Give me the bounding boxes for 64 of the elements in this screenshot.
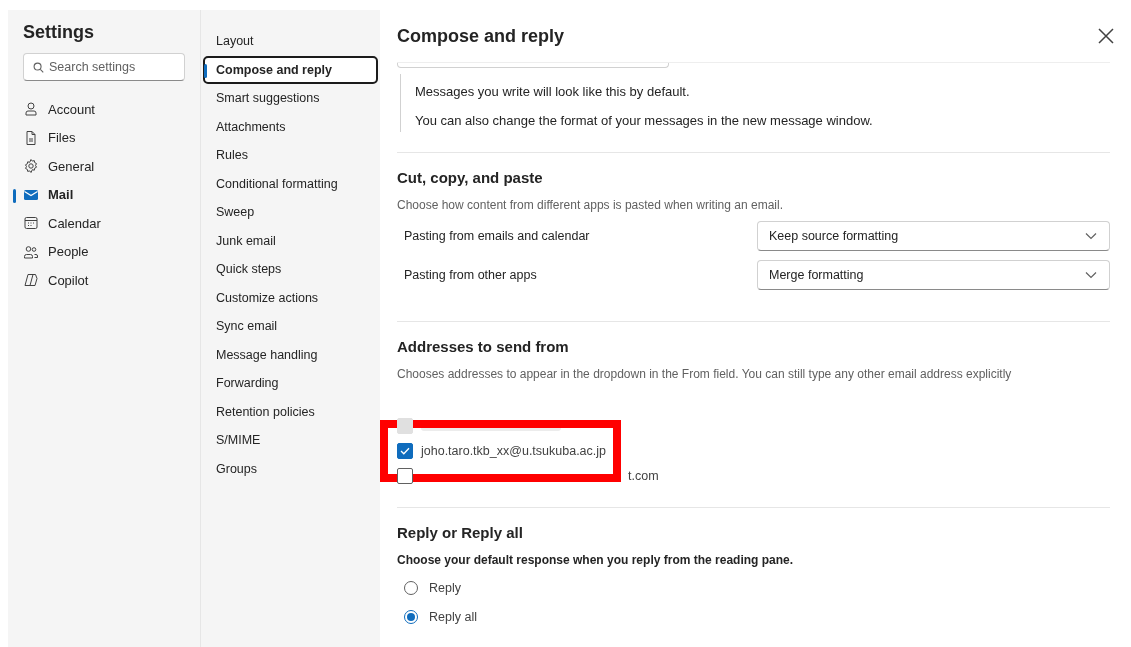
settings-subnav-item[interactable]: S/MIME [203,426,378,455]
settings-subnav-item[interactable]: Retention policies [203,397,378,426]
sidebar-item[interactable]: Calendar [13,209,185,238]
checkmark-icon [400,446,410,455]
settings-icon [23,158,39,175]
radio-option[interactable]: Reply [397,573,1110,602]
settings-subnav-item[interactable]: Junk email [203,226,378,255]
section-description: Choose your default response when you reply from the reading pane. [397,553,795,567]
close-button[interactable] [1096,26,1116,46]
person-icon [23,101,39,118]
section-heading: Cut, copy, and paste [397,169,544,186]
settings-subnav-item[interactable]: Customize actions [203,283,378,312]
settings-subnav-item[interactable]: Sweep [203,198,378,227]
settings-subnav-item[interactable]: Smart suggestions [203,84,378,113]
settings-subnav-item[interactable]: Sync email [203,312,378,341]
sidebar-item-label: Account [48,101,95,117]
settings-subnav-item[interactable]: Compose and reply [203,55,378,84]
settings-title: Settings [23,22,95,43]
radio-label: Reply all [429,609,477,624]
sidebar-item-label: People [48,244,89,260]
settings-subnav-item[interactable]: Message handling [203,340,378,369]
copilot-icon [23,272,39,289]
checkbox[interactable] [397,467,413,484]
calendar-icon [23,215,39,232]
sidebar-item[interactable]: People [13,237,185,266]
people-icon [23,243,39,260]
sidebar-item-label: Copilot [48,272,89,288]
settings-subnav-item[interactable]: Rules [203,141,378,170]
preview-text: You can also change the format of your messages in the new message window. [415,113,874,128]
section-heading: Addresses to send from [397,338,570,355]
panel-title: Compose and reply [397,25,565,47]
sidebar-item-label: General [48,158,95,174]
dropdown[interactable]: Keep source formatting [757,221,1110,251]
sidebar-item-label: Mail [48,187,74,203]
settings-subnav-item[interactable]: Conditional formatting [203,169,378,198]
search-icon [33,62,44,73]
radio-option[interactable]: Reply all [397,602,1110,631]
sidebar-item[interactable]: General [13,152,185,181]
dropdown[interactable]: Merge formatting [757,260,1110,290]
chevron-down-icon [1085,232,1097,240]
email-address: joho.taro.tkb_xx@u.tsukuba.ac.jp [421,443,607,458]
checkbox[interactable] [397,442,413,459]
settings-subnav-item[interactable]: Attachments [203,112,378,141]
sidebar-item-label: Files [48,130,76,146]
settings-subnav-item[interactable]: Quick steps [203,255,378,284]
radio-label: Reply [429,580,461,595]
email-address: t.com [628,468,659,483]
search-field[interactable]: Search settings [23,53,185,81]
settings-subnav-item[interactable]: Groups [203,454,378,483]
setting-label: Pasting from emails and calendar [404,229,590,243]
section-description: Chooses addresses to appear in the dropdown in the From field. You can still type any other email address explicitly [397,367,1013,381]
settings-subnav-item[interactable]: Forwarding [203,369,378,398]
sidebar-item[interactable]: Account [13,95,185,124]
sidebar-item[interactable]: Files [13,123,185,152]
setting-label: Pasting from other apps [404,268,537,282]
chevron-down-icon [1085,271,1097,279]
sidebar-item[interactable]: Copilot [13,266,185,295]
sidebar-item[interactable]: Mail [13,180,185,209]
section-description: Choose how content from different apps is pasted when writing an email. [397,198,784,212]
preview-text: Messages you write will look like this by default. [415,84,691,99]
document-icon [23,129,39,146]
sidebar-item-label: Calendar [48,215,101,231]
section-heading: Reply or Reply all [397,524,524,541]
settings-subnav-item[interactable]: Layout [203,27,378,56]
